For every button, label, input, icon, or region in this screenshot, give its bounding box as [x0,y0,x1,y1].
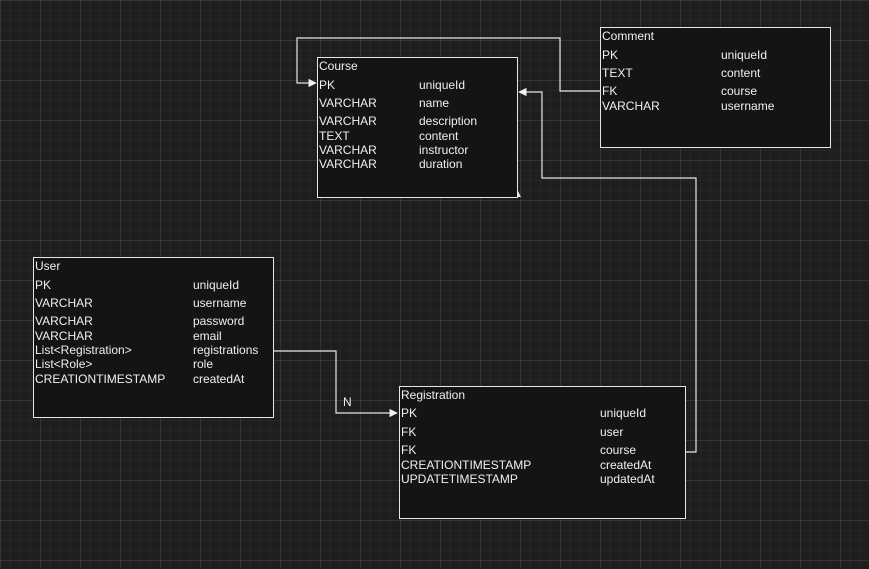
row-type: VARCHAR [35,296,93,310]
row-type: VARCHAR [35,314,93,328]
row-field: username [721,99,775,113]
row-type: List<Registration> [35,343,132,357]
row-field: content [419,129,459,143]
row-field: uniqueId [419,78,466,92]
row-field: email [193,329,222,343]
row-field: uniqueId [193,278,240,292]
row-field: role [193,357,214,371]
row-field: uniqueId [721,48,768,62]
row-field: content [721,66,761,80]
row-type: PK [319,78,336,92]
edge-user-registration[interactable] [274,350,398,418]
row-type: FK [602,84,618,98]
row-field: instructor [419,143,469,157]
row-type: PK [602,48,619,62]
row-type: FK [401,443,417,457]
row-type: VARCHAR [602,99,660,113]
entity-course[interactable]: Course PK uniqueId VARCHAR name VARCHAR … [317,57,518,198]
row-type: TEXT [319,129,350,143]
row-type: VARCHAR [35,329,93,343]
row-type: PK [35,278,52,292]
row-type: VARCHAR [319,114,377,128]
row-field: course [600,443,637,457]
row-field: description [419,114,478,128]
row-field: user [600,425,624,439]
row-field: createdAt [193,372,245,386]
entity-user[interactable]: User PK uniqueId VARCHAR username VARCHA… [33,257,274,418]
row-type: PK [401,406,418,420]
row-type: FK [401,425,417,439]
row-type: VARCHAR [319,157,377,171]
edge-label-user-registration: N [343,395,352,409]
entity-comment[interactable]: Comment PK uniqueId TEXT content FK cour… [600,27,831,148]
entity-registration[interactable]: Registration PK uniqueId FK user FK cour… [399,386,686,519]
row-field: createdAt [600,458,652,472]
row-field: uniqueId [600,406,647,420]
row-field: registrations [193,343,259,357]
row-field: password [193,314,245,328]
row-field: duration [419,157,463,171]
row-field: name [419,96,450,110]
entity-title: Registration [401,388,466,402]
row-type: List<Role> [35,357,93,371]
row-type: VARCHAR [319,96,377,110]
row-type: UPDATETIMESTAMP [401,472,518,486]
entity-title: Course [319,59,358,73]
row-field: username [193,296,247,310]
row-field: course [721,84,758,98]
entity-title: User [35,259,61,273]
row-field: updatedAt [600,472,655,486]
row-type: CREATIONTIMESTAMP [401,458,532,472]
row-type: TEXT [602,66,633,80]
entity-title: Comment [602,29,655,43]
row-type: CREATIONTIMESTAMP [35,372,166,386]
row-type: VARCHAR [319,143,377,157]
